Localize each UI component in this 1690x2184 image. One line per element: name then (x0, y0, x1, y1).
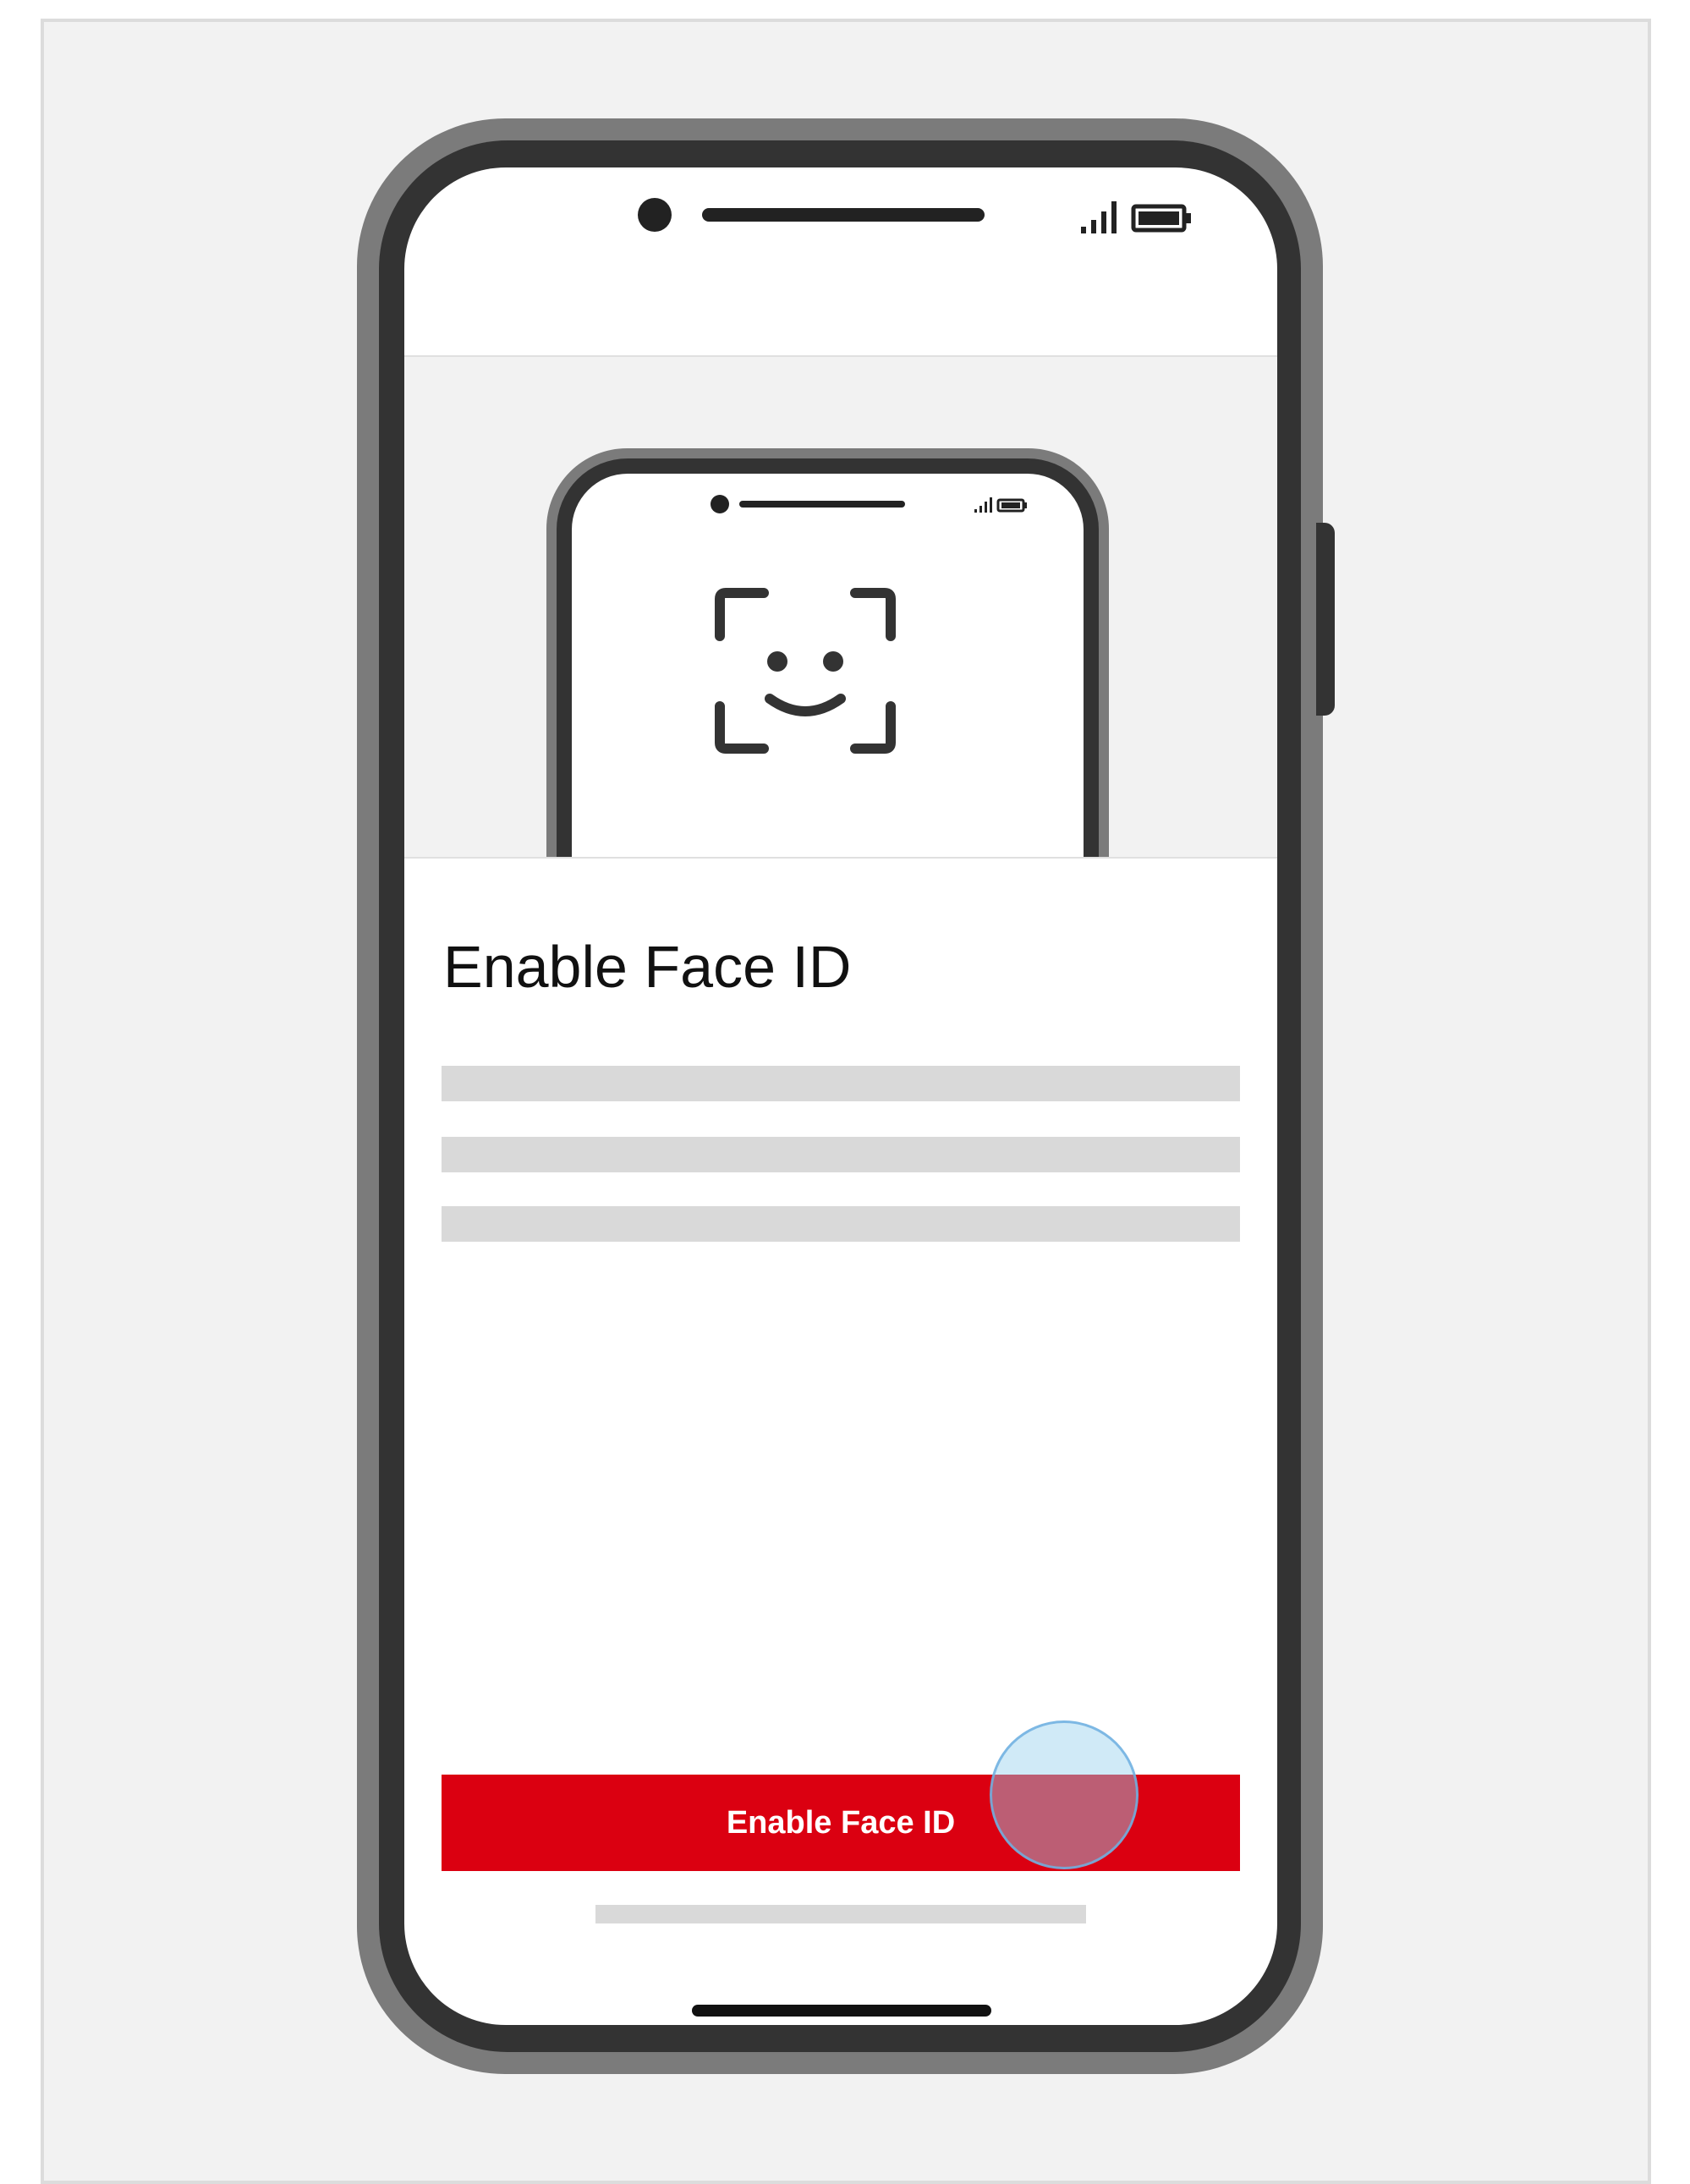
page-title: Enable Face ID (443, 934, 852, 1000)
secondary-action-placeholder[interactable] (595, 1905, 1086, 1923)
placeholder-text-line (442, 1066, 1240, 1101)
front-camera (638, 198, 672, 232)
earpiece-speaker (702, 208, 985, 222)
phone-screen: Enable Face ID Enable Face ID (404, 167, 1277, 2025)
signal-bars-icon (1081, 201, 1117, 233)
mini-speaker (739, 501, 905, 508)
mini-front-camera (711, 495, 729, 513)
face-id-eye-right (823, 651, 843, 672)
status-icons (1081, 201, 1191, 233)
face-id-eye-left (767, 651, 787, 672)
hero-illustration (404, 355, 1277, 859)
phone-side-button (1316, 523, 1335, 716)
battery-icon (1131, 204, 1191, 233)
placeholder-text-line (442, 1137, 1240, 1172)
mini-phone-illustration (546, 448, 1109, 857)
placeholder-text-line (442, 1206, 1240, 1242)
tap-indicator (990, 1720, 1139, 1869)
home-indicator (692, 2005, 991, 2017)
